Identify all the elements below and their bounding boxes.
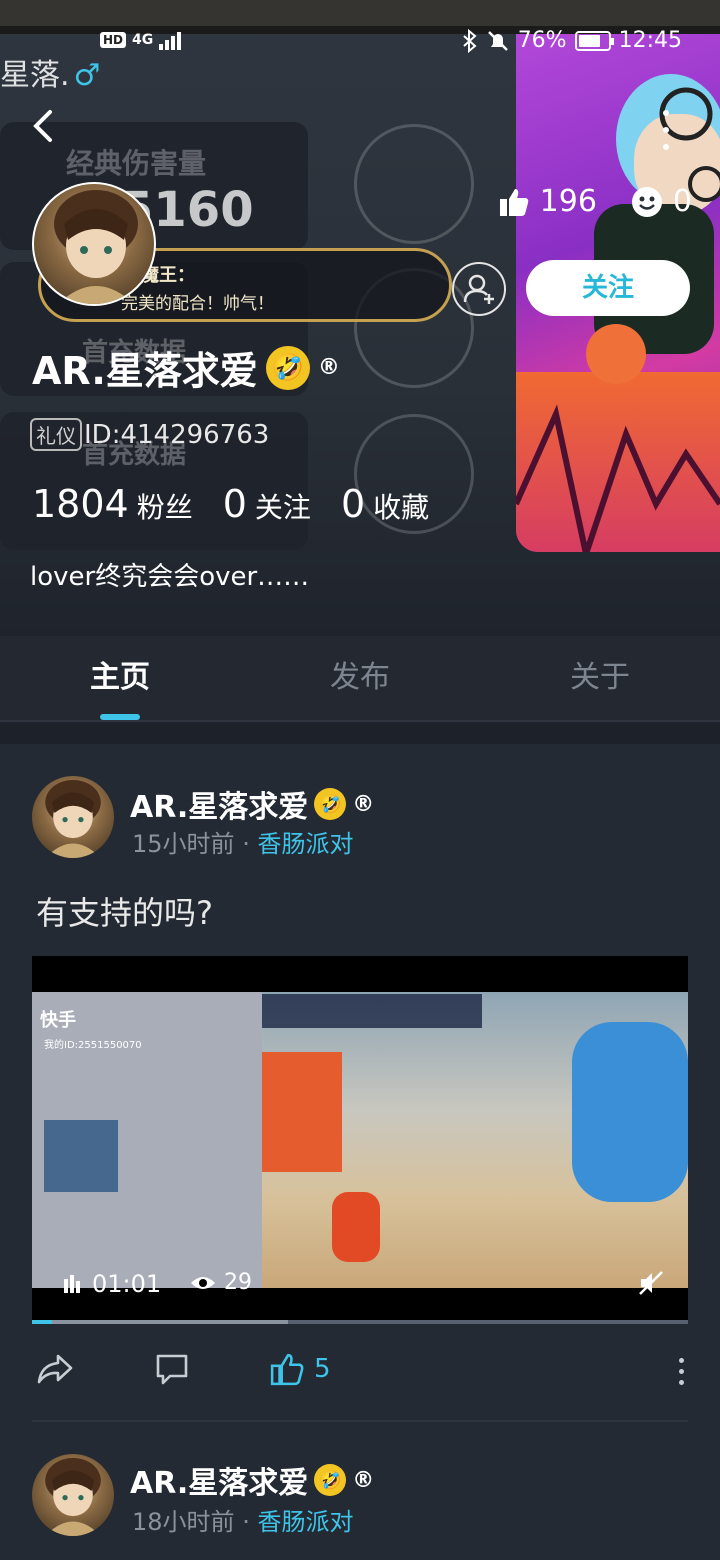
bluetooth-icon	[463, 28, 477, 53]
hd-badge: HD	[100, 32, 127, 48]
following-label[interactable]: 关注	[255, 486, 311, 526]
post-author-avatar[interactable]	[32, 1454, 114, 1536]
post-card: AR.星落求爱 🤣 ® 18小时前 · 香肠派对	[0, 1422, 720, 1560]
likes-stat[interactable]: 196	[498, 184, 597, 219]
profile-username: AR.星落求爱 🤣 ®	[32, 340, 340, 395]
emoji-badge-icon: 🤣	[265, 345, 310, 390]
profile-header: 星落. ♂ 经典伤害量 5160 首充数据 首充数据 HD 4G 76% 12:…	[0, 0, 720, 636]
follow-button[interactable]: 关注	[526, 260, 690, 316]
thumbs-up-icon	[499, 188, 528, 216]
following-count[interactable]: 0	[223, 482, 247, 526]
mute-video-button[interactable]	[638, 1270, 664, 1302]
profile-tabs: 主页 发布 关于	[0, 636, 720, 722]
profile-stats: 196 0	[498, 184, 692, 219]
panel-title: 经典伤害量	[66, 147, 207, 180]
battery-icon	[574, 30, 614, 51]
battery-percent: 76%	[517, 28, 567, 53]
registered-mark: ®	[352, 1467, 375, 1493]
post-time: 15小时前	[132, 830, 235, 858]
post-author-name[interactable]: AR.星落求爱 🤣 ®	[130, 1458, 374, 1502]
header-top-strip	[0, 0, 720, 26]
fans-count[interactable]: 1804	[32, 482, 129, 526]
smile-icon	[631, 186, 662, 217]
post-meta: 18小时前 · 香肠派对	[132, 1502, 353, 1537]
more-options-button[interactable]	[656, 110, 676, 150]
social-counts: 1804 粉丝 0 关注 0 收藏	[32, 482, 451, 526]
post-actions: 5	[0, 1342, 720, 1402]
mute-icon	[487, 30, 508, 51]
tab-label: 发布	[330, 660, 390, 695]
fans-label[interactable]: 粉丝	[137, 486, 193, 526]
post-time: 18小时前	[132, 1508, 235, 1536]
post-text: 有支持的吗?	[36, 894, 213, 932]
add-friend-button[interactable]	[452, 262, 506, 316]
id-badge: 礼仪	[30, 418, 82, 451]
tab-posts[interactable]: 发布	[240, 636, 480, 720]
share-button[interactable]	[36, 1352, 74, 1386]
post-meta: 15小时前 · 香肠派对	[132, 824, 353, 859]
post-game-tag[interactable]: 香肠派对	[257, 1508, 353, 1536]
user-id: ID:414296763	[84, 419, 270, 450]
like-count: 5	[314, 1354, 331, 1384]
profile-bio: lover终究会会over……	[30, 562, 310, 592]
back-button[interactable]	[28, 106, 64, 146]
comment-button[interactable]	[154, 1352, 190, 1386]
network-label: 4G	[132, 32, 154, 48]
meta-separator: ·	[242, 1508, 250, 1536]
thumbs-up-icon	[270, 1353, 304, 1386]
signal-icon	[159, 32, 182, 50]
kuaishou-id: 我的ID:2551550070	[44, 1040, 142, 1051]
tab-label: 主页	[90, 660, 150, 695]
author-text: AR.星落求爱	[130, 1466, 309, 1501]
registered-mark: ®	[352, 791, 375, 817]
meta-separator: ·	[242, 830, 250, 858]
chevron-left-icon	[33, 110, 52, 142]
share-icon	[37, 1354, 73, 1384]
volume-off-icon	[639, 1271, 663, 1295]
video-views: 29	[190, 1270, 252, 1295]
add-user-icon	[463, 274, 494, 304]
collect-label[interactable]: 收藏	[373, 486, 429, 526]
comment-icon	[156, 1354, 188, 1385]
duration-text: 01:01	[92, 1270, 162, 1298]
smile-stat[interactable]: 0	[631, 184, 692, 219]
tab-about[interactable]: 关于	[480, 636, 720, 720]
status-bar: HD 4G 76% 12:45	[0, 26, 720, 60]
bars-icon	[64, 1275, 80, 1293]
video-progress-bar[interactable]	[32, 1320, 688, 1324]
clock: 12:45	[618, 28, 682, 53]
post-game-tag[interactable]: 香肠派对	[257, 830, 353, 858]
collect-count[interactable]: 0	[341, 482, 365, 526]
top-name-text: 星落.	[0, 58, 70, 93]
like-button[interactable]: 5	[270, 1352, 331, 1386]
banner-line2: 完美的配合！帅气！	[121, 294, 274, 314]
tab-label: 关于	[570, 660, 630, 695]
post-more-button[interactable]	[679, 1358, 684, 1385]
post-card: AR.星落求爱 🤣 ® 15小时前 · 香肠派对 有支持的吗? 快手 我的ID:…	[0, 744, 720, 1422]
eye-icon	[191, 1276, 215, 1289]
background-circle	[354, 124, 474, 244]
kuaishou-logo: 快手	[40, 1010, 76, 1031]
user-id-row: 礼仪 ID:414296763	[30, 418, 269, 451]
smile-count: 0	[672, 184, 692, 219]
post-author-avatar[interactable]	[32, 776, 114, 858]
author-text: AR.星落求爱	[130, 790, 309, 825]
tab-home[interactable]: 主页	[0, 636, 240, 720]
video-thumbnail: 快手 我的ID:2551550070	[32, 992, 688, 1288]
registered-mark: ®	[317, 355, 340, 380]
post-feed: AR.星落求爱 🤣 ® 15小时前 · 香肠派对 有支持的吗? 快手 我的ID:…	[0, 744, 720, 1560]
emoji-badge-icon: 🤣	[314, 1464, 347, 1496]
video-duration: 01:01	[64, 1270, 161, 1298]
profile-avatar[interactable]	[32, 182, 156, 306]
post-author-name[interactable]: AR.星落求爱 🤣 ®	[130, 782, 374, 826]
post-video[interactable]: 快手 我的ID:2551550070 01:01 29	[32, 956, 688, 1324]
username-text: AR.星落求爱	[32, 349, 258, 393]
likes-count: 196	[539, 184, 597, 219]
male-icon: ♂	[73, 58, 101, 93]
active-tab-indicator	[100, 714, 140, 720]
views-count: 29	[224, 1270, 252, 1295]
emoji-badge-icon: 🤣	[314, 788, 347, 820]
